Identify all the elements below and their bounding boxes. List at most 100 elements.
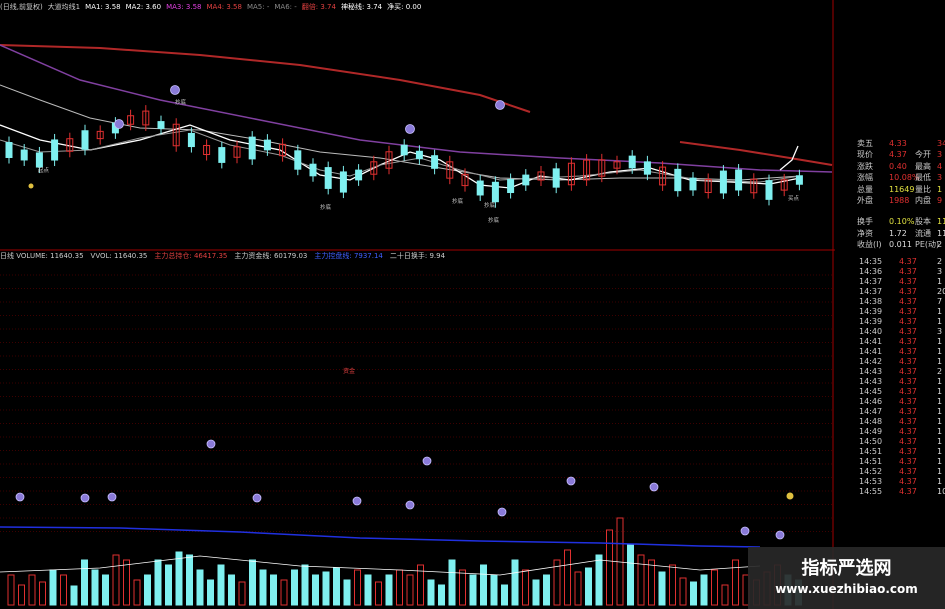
trade-volume: 1	[937, 386, 943, 396]
candle-body	[431, 155, 439, 169]
price-signal-label: 买点	[788, 194, 800, 202]
volume-bar	[301, 564, 309, 606]
volume-bar	[427, 579, 435, 606]
trade-time: 14:48	[859, 416, 883, 426]
quote-label: 涨幅	[857, 173, 873, 183]
quote-row: 外盘 1988 内盘 9	[837, 195, 945, 206]
quote-label: 换手	[857, 217, 873, 227]
quote-row: 总量 11649 量比 1	[837, 184, 945, 195]
candle-body	[157, 121, 165, 129]
trade-price: 4.37	[899, 376, 917, 386]
trade-time: 14:52	[859, 466, 883, 476]
quote-row: 换手 0.10%股本 11.5	[837, 216, 945, 227]
volume-bar	[228, 574, 235, 606]
volume-bar	[81, 559, 88, 606]
volume-bar	[259, 569, 267, 606]
signal-circle	[495, 100, 505, 110]
volume-bar	[627, 544, 634, 606]
volume-bar	[60, 574, 67, 606]
price-signal-label: 抄底	[452, 197, 464, 205]
trade-time: 14:39	[859, 306, 883, 316]
trade-time: 14:35	[859, 256, 883, 266]
volume-signal-circle	[352, 496, 362, 506]
trade-volume: 1	[937, 436, 943, 446]
trade-row: 14:37 4.37 20	[837, 287, 945, 297]
volume-bar	[7, 574, 15, 606]
trade-price: 4.37	[899, 416, 917, 426]
volume-bar	[375, 581, 382, 606]
volume-signal-circle	[649, 482, 659, 492]
trade-price: 4.37	[899, 396, 917, 406]
volume-bar	[165, 564, 172, 606]
volume-bar	[574, 571, 582, 606]
quote-value: 1988	[889, 195, 910, 205]
volume-bar	[532, 579, 540, 606]
volume-bar	[448, 559, 456, 606]
trade-time: 14:41	[859, 346, 883, 356]
volume-bar	[700, 574, 708, 606]
quote-row: 现价 4.37 今开 3	[837, 149, 945, 160]
ma-line-red	[0, 44, 531, 113]
candle-body	[324, 167, 332, 189]
volume-bar	[721, 584, 729, 606]
volume-bar	[312, 574, 319, 606]
volume-bar	[18, 584, 25, 606]
trade-row: 14:40 4.37 3	[837, 327, 945, 337]
kline-chart[interactable]: 4.374.334.284.243.873.93起点抄底抄底抄底抄底抄底买点	[0, 0, 835, 609]
quote-value: 4	[937, 161, 943, 171]
quote-label: 总量	[857, 184, 873, 194]
trade-row: 14:37 4.37 1	[837, 277, 945, 287]
volume-bar	[469, 574, 477, 606]
trade-volume: 1	[937, 466, 943, 476]
volume-bar	[28, 574, 36, 606]
volume-bar	[543, 574, 550, 606]
price-signal-label: 抄底	[488, 216, 500, 224]
candle-body	[51, 139, 59, 161]
trade-time: 14:36	[859, 266, 883, 276]
volume-signal-circle	[740, 526, 750, 536]
quote-value: 0.40	[889, 161, 907, 171]
candle-body	[309, 163, 317, 177]
volume-signal-circle	[422, 456, 432, 466]
volume-indicator-value: 主力总持仓: 46417.35	[154, 252, 228, 260]
trade-volume: 2	[937, 256, 943, 266]
signal-circle	[114, 119, 124, 129]
signal-dot	[28, 183, 34, 189]
quote-label: 收益(I)	[857, 240, 882, 250]
trade-price: 4.37	[899, 426, 917, 436]
volume-bar	[280, 579, 288, 606]
quote-row: 涨跌 0.40 最高 4	[837, 161, 945, 172]
volume-bar	[396, 569, 403, 606]
volume-bar	[238, 581, 246, 606]
volume-signal-circle	[15, 492, 25, 502]
watermark-title: 指标严选网	[801, 558, 892, 579]
volume-bar	[49, 569, 57, 606]
volume-bar	[711, 569, 718, 606]
trade-row: 14:42 4.37 1	[837, 357, 945, 367]
candle-body	[719, 170, 727, 194]
trade-time: 14:40	[859, 326, 883, 336]
volume-bar	[364, 574, 372, 606]
volume-bar	[186, 554, 193, 606]
volume-bar	[343, 579, 351, 606]
quote-value: 11649	[889, 184, 915, 194]
trade-price: 4.37	[899, 386, 917, 396]
candle-body	[674, 168, 682, 192]
trade-row: 14:48 4.37 1	[837, 417, 945, 427]
quote-value: 34	[937, 139, 945, 148]
trade-volume: 1	[937, 336, 943, 346]
trade-price: 4.37	[899, 466, 917, 476]
candle-body	[643, 161, 651, 175]
trade-volume: 2	[937, 366, 943, 376]
quote-value: 4.37	[889, 150, 907, 160]
quote-value: 2	[937, 240, 943, 250]
candle-body	[5, 142, 13, 158]
quote-value: 11.5	[937, 217, 945, 227]
quote-value: 9	[937, 195, 943, 205]
trade-row: 14:36 4.37 3	[837, 267, 945, 277]
trade-volume: 3	[937, 266, 943, 276]
volume-bar	[207, 579, 214, 606]
candle-body	[81, 130, 89, 150]
volume-bar	[511, 559, 519, 606]
trade-price: 4.37	[899, 346, 917, 356]
